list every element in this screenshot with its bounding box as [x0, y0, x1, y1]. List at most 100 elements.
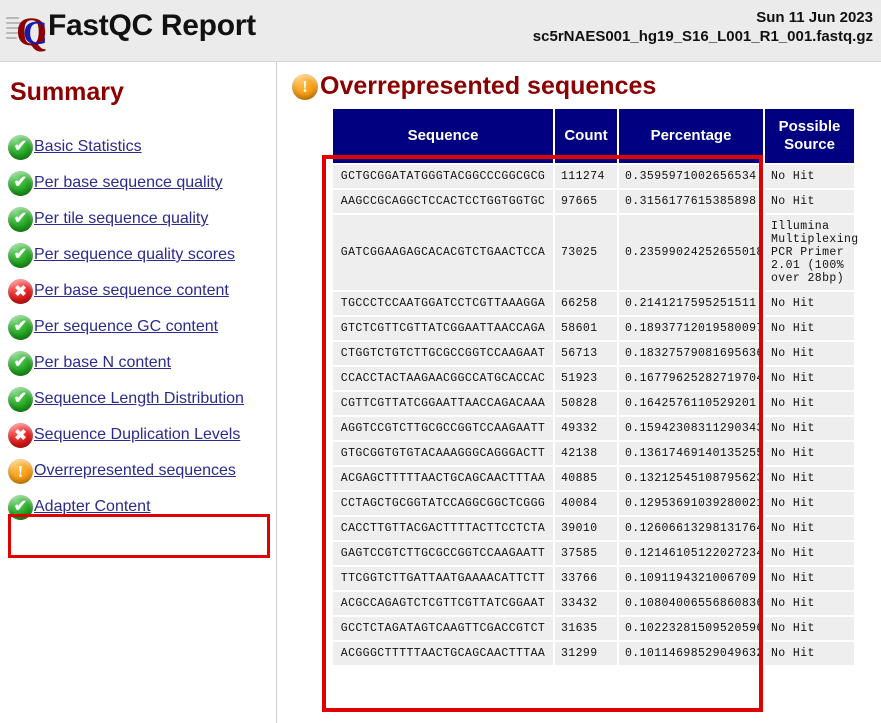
status-glyph: ✔ [13, 210, 28, 227]
column-header-count: Count [553, 107, 619, 165]
cell-percentage: 0.12953691039280021 [617, 490, 765, 517]
cell-possible-source: No Hit [763, 163, 856, 190]
sidebar-item-overrepresented-sequences[interactable]: ! Overrepresented sequences [8, 453, 276, 489]
page-title: Overrepresented sequences [320, 72, 657, 100]
cell-percentage: 0.1091194321006709 [617, 565, 765, 592]
cell-count: 40084 [553, 490, 619, 517]
cell-sequence: TGCCCTCCAATGGATCCTCGTTAAAGGA [331, 290, 555, 317]
column-header-percentage: Percentage [617, 107, 765, 165]
sidebar-item-label[interactable]: Per base sequence content [34, 282, 229, 300]
sidebar-item-adapter-content[interactable]: ✔ Adapter Content [8, 489, 276, 525]
table-row: ACGAGCTTTTTAACTGCAGCAACTTTAA 40885 0.13212… [331, 465, 856, 492]
cell-percentage: 0.18327579081695636 [617, 340, 765, 367]
cell-possible-source: No Hit [763, 465, 856, 492]
sidebar-item-per-tile-sequence-quality[interactable]: ✔ Per tile sequence quality [8, 201, 276, 237]
check-circle-icon: ✔ [8, 170, 33, 196]
cell-possible-source: No Hit [763, 415, 856, 442]
cell-percentage: 0.12606613298131764 [617, 515, 765, 542]
cell-possible-source: No Hit [763, 440, 856, 467]
check-circle-icon: ✔ [8, 242, 33, 268]
sidebar-item-per-base-sequence-content[interactable]: ✖ Per base sequence content [8, 273, 276, 309]
table-header-row: Sequence Count Percentage Possible Sourc… [331, 107, 856, 165]
cell-sequence: AGGTCCGTCTTGCGCCGGTCCAAGAATT [331, 415, 555, 442]
cell-sequence: ACGCCAGAGTCTCGTTCGTTATCGGAAT [331, 590, 555, 617]
sidebar-item-label[interactable]: Per base N content [34, 354, 171, 372]
cell-count: 33766 [553, 565, 619, 592]
cell-sequence: GAGTCCGTCTTGCGCCGGTCCAAGAATT [331, 540, 555, 567]
status-glyph: ! [17, 461, 24, 481]
sidebar-item-label[interactable]: Basic Statistics [34, 138, 142, 156]
status-glyph: ✖ [14, 282, 27, 300]
cell-percentage: 0.13212545108795623 [617, 465, 765, 492]
sidebar-item-per-sequence-quality-scores[interactable]: ✔ Per sequence quality scores [8, 237, 276, 273]
page-header: Q C FastQC Report Sun 11 Jun 2023 sc5rNA… [0, 0, 881, 62]
cell-count: 51923 [553, 365, 619, 392]
sidebar-item-label[interactable]: Per sequence quality scores [34, 246, 235, 264]
table-row: GTGCGGTGTGTACAAAGGGCAGGGACTT 42138 0.13617… [331, 440, 856, 467]
check-circle-icon: ✔ [8, 314, 33, 340]
sidebar-item-per-base-sequence-quality[interactable]: ✔ Per base sequence quality [8, 165, 276, 201]
cell-sequence: CCTAGCTGCGGTATCCAGGCGGCTCGGG [331, 490, 555, 517]
report-date: Sun 11 Jun 2023 [756, 9, 873, 26]
table-row: GCTGCGGATATGGGTACGGCCCGGCGCG 111274 0.3595… [331, 163, 856, 190]
sidebar-item-label[interactable]: Sequence Duplication Levels [34, 426, 240, 444]
section-status-glyph: ! [302, 77, 308, 96]
cell-count: 42138 [553, 440, 619, 467]
cell-count: 33432 [553, 590, 619, 617]
table-row: ACGCCAGAGTCTCGTTCGTTATCGGAAT 33432 0.10804… [331, 590, 856, 617]
sidebar-item-label[interactable]: Per tile sequence quality [34, 210, 208, 228]
sidebar-item-per-base-n-content[interactable]: ✔ Per base N content [8, 345, 276, 381]
cell-possible-source: No Hit [763, 615, 856, 642]
check-circle-icon: ✔ [8, 350, 33, 376]
cell-percentage: 0.15942308311290343 [617, 415, 765, 442]
sidebar-item-label[interactable]: Per sequence GC content [34, 318, 218, 336]
table-row: CCTAGCTGCGGTATCCAGGCGGCTCGGG 40084 0.12953… [331, 490, 856, 517]
check-circle-icon: ✔ [8, 494, 33, 520]
status-glyph: ✖ [14, 426, 27, 444]
table-row: AGGTCCGTCTTGCGCCGGTCCAAGAATT 49332 0.15942… [331, 415, 856, 442]
table-row: GATCGGAAGAGCACACGTCTGAACTCCA 73025 0.23599… [331, 213, 858, 292]
column-header-possible-source: Possible Source [763, 107, 856, 165]
table-body: GCTGCGGATATGGGTACGGCCCGGCGCG 111274 0.3595… [331, 163, 858, 667]
table-row: AAGCCGCAGGCTCCACTCCTGGTGGTGC 97665 0.31561… [331, 188, 856, 215]
status-glyph: ✔ [13, 354, 28, 371]
cell-sequence: GTCTCGTTCGTTATCGGAATTAACCAGA [331, 315, 555, 342]
cell-possible-source: No Hit [763, 390, 856, 417]
cell-sequence: CGTTCGTTATCGGAATTAACCAGACAAA [331, 390, 555, 417]
cell-percentage: 0.13617469140135255 [617, 440, 765, 467]
cell-sequence: ACGAGCTTTTTAACTGCAGCAACTTTAA [331, 465, 555, 492]
cell-count: 37585 [553, 540, 619, 567]
table-row: GTCTCGTTCGTTATCGGAATTAACCAGA 58601 0.18937… [331, 315, 856, 342]
table-row: CTGGTCTGTCTTGCGCCGGTCCAAGAAT 56713 0.18327… [331, 340, 856, 367]
cell-sequence: GTGCGGTGTGTACAAAGGGCAGGGACTT [331, 440, 555, 467]
cell-percentage: 0.10114698529049632 [617, 640, 765, 667]
cell-percentage: 0.3595971002656534 [617, 163, 765, 190]
section-header: ! Overrepresented sequences [292, 72, 656, 101]
cell-percentage: 0.1642576110529201 [617, 390, 765, 417]
check-circle-icon: ✔ [8, 386, 33, 412]
sidebar-item-basic-statistics[interactable]: ✔ Basic Statistics [8, 129, 276, 165]
status-glyph: ✔ [13, 174, 28, 191]
cell-possible-source: No Hit [763, 490, 856, 517]
sidebar-item-label[interactable]: Per base sequence quality [34, 174, 223, 192]
table-row: ACGGGCTTTTTAACTGCAGCAACTTTAA 31299 0.10114… [331, 640, 856, 667]
sidebar-item-per-sequence-gc-content[interactable]: ✔ Per sequence GC content [8, 309, 276, 345]
cell-count: 97665 [553, 188, 619, 215]
sidebar-item-sequence-length-distribution[interactable]: ✔ Sequence Length Distribution [8, 381, 276, 417]
cell-possible-source: No Hit [763, 515, 856, 542]
sidebar-item-label[interactable]: Adapter Content [34, 498, 151, 516]
status-glyph: ✔ [13, 246, 28, 263]
cell-percentage: 0.16779625282719704 [617, 365, 765, 392]
cell-possible-source: No Hit [763, 340, 856, 367]
report-filename: sc5rNAES001_hg19_S16_L001_R1_001.fastq.g… [532, 28, 873, 45]
cell-count: 49332 [553, 415, 619, 442]
table-row: TGCCCTCCAATGGATCCTCGTTAAAGGA 66258 0.21412… [331, 290, 856, 317]
sidebar-item-label[interactable]: Sequence Length Distribution [34, 390, 244, 408]
table-row: CACCTTGTTACGACTTTTACTTCCTCTA 39010 0.12606… [331, 515, 856, 542]
table-row: CCACCTACTAAGAACGGCCATGCACCAC 51923 0.16779… [331, 365, 856, 392]
overrepresented-sequences-table: Sequence Count Percentage Possible Sourc… [331, 107, 858, 667]
sidebar-item-sequence-duplication-levels[interactable]: ✖ Sequence Duplication Levels [8, 417, 276, 453]
sidebar-title: Summary [10, 78, 124, 106]
column-header-sequence: Sequence [331, 107, 555, 165]
sidebar-item-label[interactable]: Overrepresented sequences [34, 462, 236, 480]
